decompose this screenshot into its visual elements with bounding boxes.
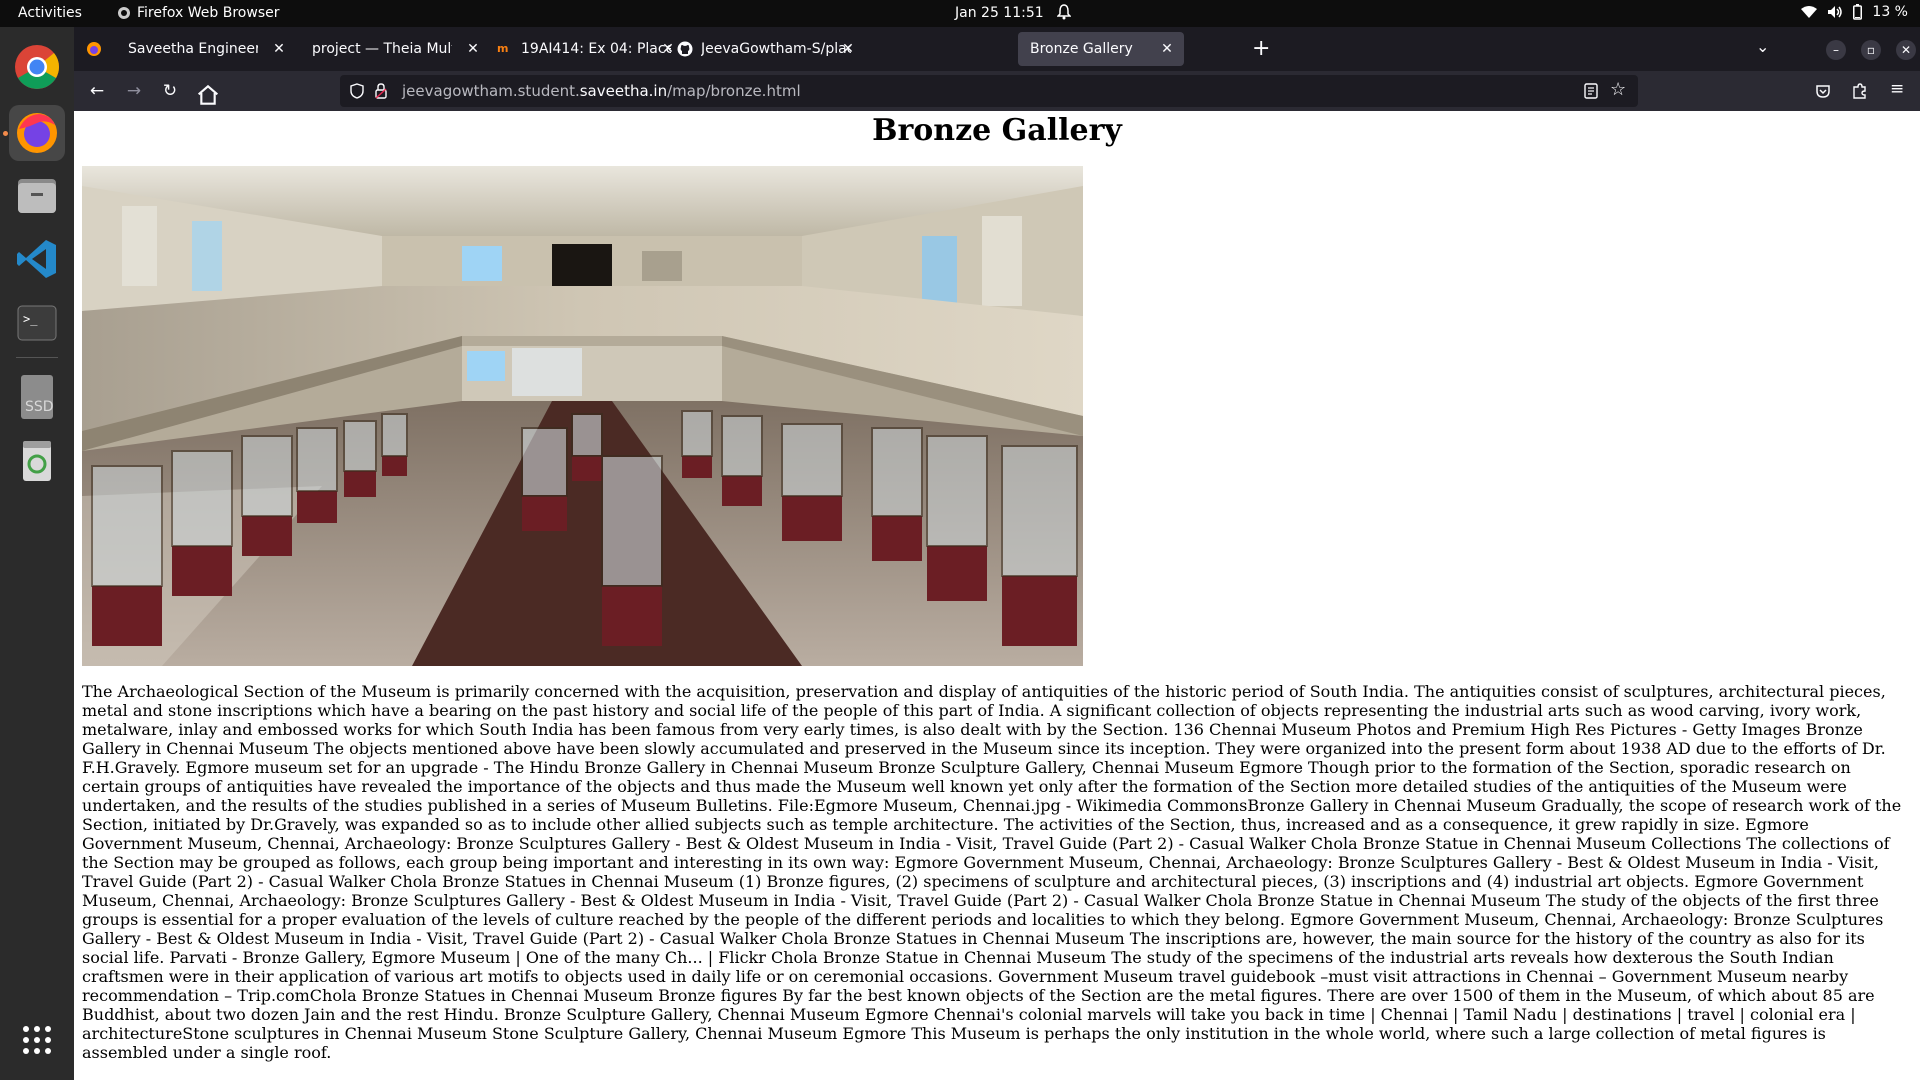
battery-icon — [1853, 4, 1863, 20]
tab-close-icon[interactable]: ✕ — [271, 41, 287, 57]
github-icon — [677, 41, 693, 57]
firefox-icon — [17, 113, 57, 153]
tab-label: JeevaGowtham-S/places-around — [701, 41, 851, 57]
chrome-icon — [15, 45, 60, 89]
notification-bell-icon — [1057, 4, 1071, 20]
trash-icon — [23, 441, 51, 481]
reader-view-icon[interactable] — [1584, 83, 1598, 99]
bookmark-star-icon[interactable]: ☆ — [1610, 79, 1626, 100]
tab-github[interactable]: JeevaGowtham-S/places-around ✕ — [665, 32, 865, 66]
app-menu[interactable]: Firefox Web Browser — [117, 5, 280, 21]
minimize-button[interactable]: – — [1826, 40, 1846, 60]
activities-button[interactable]: Activities — [18, 5, 82, 21]
dock-separator — [16, 357, 58, 358]
firefox-window: Saveetha Engineering College ✕ project —… — [74, 27, 1920, 1080]
volume-icon — [1828, 6, 1843, 18]
new-tab-button[interactable]: + — [1252, 36, 1270, 61]
dock-firefox[interactable] — [9, 105, 65, 161]
svg-text:>_: >_ — [23, 312, 38, 326]
reload-button[interactable]: ↻ — [158, 79, 182, 103]
tab-saveetha[interactable]: Saveetha Engineering College ✕ — [116, 32, 296, 66]
vscode-icon — [17, 240, 56, 278]
gallery-description: The Archaeological Section of the Museum… — [82, 682, 1902, 1062]
system-tray[interactable]: 13 % — [1801, 4, 1908, 20]
system-top-bar: Activities Firefox Web Browser Jan 25 11… — [0, 0, 1920, 27]
tab-bronze-gallery[interactable]: Bronze Gallery ✕ — [1018, 32, 1184, 66]
tab-label: 19AI414: Ex 04: Places Around — [521, 41, 671, 57]
tracking-protection-shield-icon[interactable] — [350, 83, 364, 99]
dock-vscode[interactable] — [9, 231, 65, 287]
insecure-lock-icon[interactable] — [375, 83, 387, 99]
dock-trash[interactable] — [9, 433, 65, 489]
dock-files[interactable] — [9, 167, 65, 223]
firefox-view-icon[interactable] — [86, 41, 102, 57]
url-domain: saveetha.in — [579, 82, 668, 100]
page-title: Bronze Gallery — [872, 113, 1122, 148]
url-bar[interactable]: jeevagowtham.student.saveetha.in/map/bro… — [340, 75, 1638, 107]
tab-theia[interactable]: project — Theia Multi-Language ✕ — [300, 32, 490, 66]
url-prefix: jeevagowtham.student. — [402, 82, 580, 100]
tab-moodle[interactable]: m 19AI414: Ex 04: Places Around ✕ — [485, 32, 685, 66]
tab-close-icon[interactable]: ✕ — [840, 41, 856, 57]
pocket-icon[interactable] — [1815, 83, 1831, 99]
forward-button[interactable]: → — [122, 79, 146, 103]
home-icon[interactable] — [196, 83, 220, 107]
tab-close-icon[interactable]: ✕ — [465, 41, 481, 57]
battery-percent: 13 % — [1872, 4, 1908, 20]
svg-text:SSD: SSD — [25, 399, 54, 415]
files-icon — [18, 179, 56, 213]
bronze-gallery-image — [82, 166, 1083, 666]
terminal-icon: >_ — [17, 305, 57, 341]
firefox-small-icon — [118, 7, 130, 19]
app-grid-icon — [23, 1026, 51, 1054]
dock-ssd[interactable]: SSD — [9, 369, 65, 425]
tab-bar: Saveetha Engineering College ✕ project —… — [74, 27, 1920, 71]
list-all-tabs-icon[interactable]: ⌄ — [1756, 37, 1769, 56]
app-menu-hamburger-icon[interactable]: ≡ — [1890, 79, 1904, 99]
dock-chrome[interactable] — [9, 39, 65, 95]
tab-label: Saveetha Engineering College — [128, 41, 258, 57]
ssd-drive-icon: SSD — [21, 375, 54, 419]
running-indicator — [3, 131, 8, 136]
dock-show-applications[interactable] — [9, 1012, 65, 1068]
maximize-button[interactable]: ▫ — [1861, 40, 1881, 60]
tab-label: Bronze Gallery — [1030, 41, 1133, 57]
app-menu-label: Firefox Web Browser — [137, 5, 280, 21]
back-button[interactable]: ← — [85, 79, 109, 103]
tab-close-icon[interactable]: ✕ — [1159, 41, 1175, 57]
clock[interactable]: Jan 25 11:51 — [955, 5, 1044, 21]
navigation-toolbar: ← → ↻ jeevagowtham.student.saveetha.in/m… — [74, 71, 1920, 111]
dock-terminal[interactable]: >_ — [9, 295, 65, 351]
moodle-icon: m — [497, 42, 509, 55]
dock: >_ SSD — [0, 27, 74, 1080]
url-path: /map/bronze.html — [667, 82, 801, 100]
gallery-photo — [82, 166, 1083, 666]
close-window-button[interactable]: ✕ — [1896, 40, 1916, 60]
tab-label: project — Theia Multi-Language — [312, 41, 452, 57]
wifi-icon — [1801, 6, 1818, 18]
url-text: jeevagowtham.student.saveetha.in/map/bro… — [402, 82, 801, 100]
extensions-icon[interactable] — [1851, 82, 1867, 100]
web-page: Bronze Gallery The Archaeological Sectio… — [74, 111, 1920, 1080]
